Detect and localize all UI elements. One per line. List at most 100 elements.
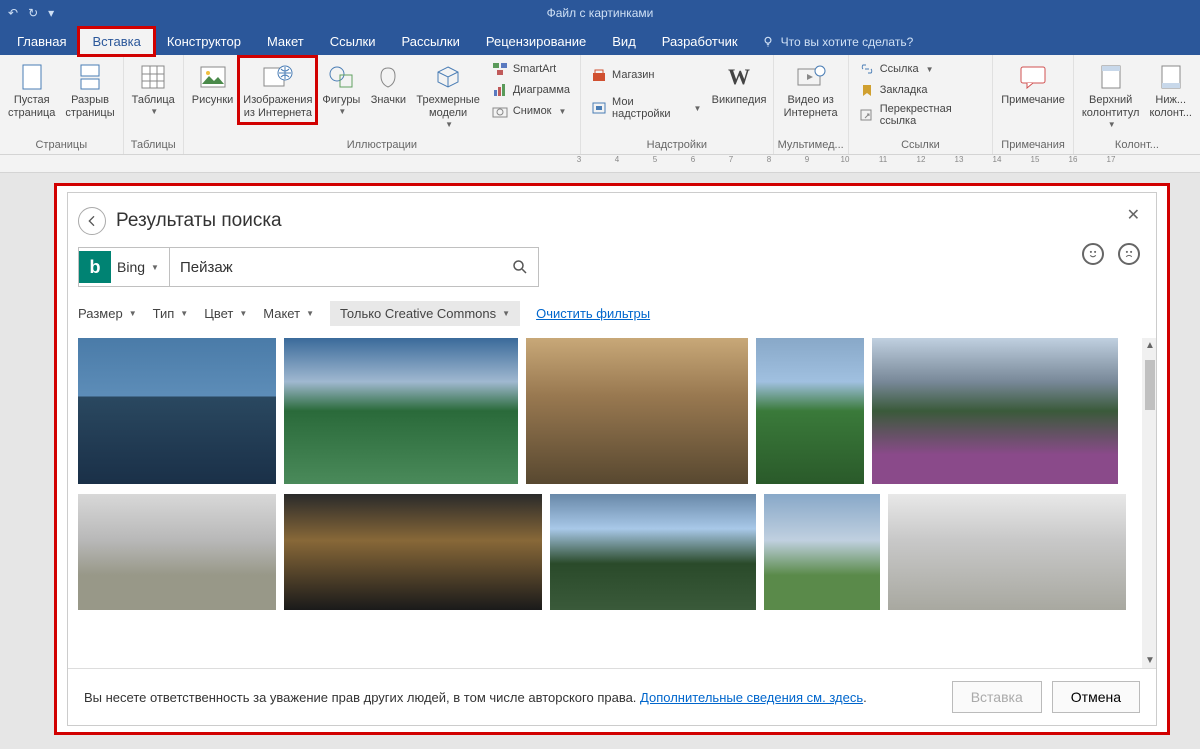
online-pictures-button[interactable]: Изображения из Интернета xyxy=(239,57,316,123)
insert-button[interactable]: Вставка xyxy=(952,681,1042,713)
search-button[interactable] xyxy=(502,248,538,286)
result-thumbnail[interactable] xyxy=(888,494,1126,610)
filter-layout[interactable]: Макет▼ xyxy=(263,306,314,321)
footer-note: Вы несете ответственность за уважение пр… xyxy=(84,690,867,705)
blank-page-button[interactable]: Пустая страница xyxy=(4,57,59,123)
chevron-down-icon: ▼ xyxy=(694,104,702,113)
filter-type[interactable]: Тип▼ xyxy=(153,306,189,321)
crossref-icon xyxy=(859,107,875,123)
result-thumbnail[interactable] xyxy=(526,338,748,484)
scroll-up-icon[interactable]: ▲ xyxy=(1145,340,1155,351)
tab-layout[interactable]: Макет xyxy=(254,28,317,55)
wikipedia-icon: W xyxy=(728,60,750,94)
shapes-button[interactable]: Фигуры▼ xyxy=(318,57,364,120)
screenshot-button[interactable]: Снимок▼ xyxy=(486,101,576,121)
tab-review[interactable]: Рецензирование xyxy=(473,28,599,55)
tell-me-search[interactable]: Что вы хотите сделать? xyxy=(751,29,924,55)
page-break-button[interactable]: Разрыв страницы xyxy=(61,57,118,123)
result-thumbnail[interactable] xyxy=(756,338,864,484)
ribbon: Пустая страница Разрыв страницы Страницы… xyxy=(0,55,1200,155)
comment-icon xyxy=(1019,65,1047,89)
filter-cc-only[interactable]: Только Creative Commons▼ xyxy=(330,301,520,326)
undo-icon[interactable]: ↶ xyxy=(8,6,18,20)
online-video-button[interactable]: Видео из Интернета xyxy=(780,57,842,123)
bookmark-button[interactable]: Закладка xyxy=(853,80,989,100)
filter-size[interactable]: Размер▼ xyxy=(78,306,137,321)
tab-mailings[interactable]: Рассылки xyxy=(389,28,473,55)
chevron-down-icon: ▼ xyxy=(1108,120,1116,130)
3d-models-button[interactable]: Трехмерные модели▼ xyxy=(412,57,484,133)
wikipedia-button[interactable]: W Википедия xyxy=(709,57,768,110)
camera-icon xyxy=(492,103,508,119)
group-links: Ссылка▼ Закладка Перекрестная ссылка Ссы… xyxy=(849,55,994,154)
group-addins: Магазин Мои надстройки▼ W Википедия Надс… xyxy=(581,55,774,154)
online-pictures-dialog-highlight: ✕ Результаты поиска b B xyxy=(54,183,1170,735)
results-grid: ▲ ▼ xyxy=(68,338,1156,668)
link-button[interactable]: Ссылка▼ xyxy=(853,59,989,79)
arrow-left-icon xyxy=(84,213,100,229)
results-scrollbar[interactable]: ▲ ▼ xyxy=(1142,338,1156,668)
store-icon xyxy=(591,67,607,83)
feedback-sad-icon[interactable] xyxy=(1118,243,1140,265)
icons-icon xyxy=(375,65,401,89)
store-button[interactable]: Магазин xyxy=(585,65,707,85)
tab-design[interactable]: Конструктор xyxy=(154,28,254,55)
redo-icon[interactable]: ↻ xyxy=(28,6,38,20)
link-icon xyxy=(859,61,875,77)
comment-button[interactable]: Примечание xyxy=(997,57,1069,110)
clear-filters-link[interactable]: Очистить фильтры xyxy=(536,306,650,321)
chevron-down-icon: ▼ xyxy=(926,65,934,74)
bookmark-icon xyxy=(859,82,875,98)
feedback-happy-icon[interactable] xyxy=(1082,243,1104,265)
tab-references[interactable]: Ссылки xyxy=(317,28,389,55)
chart-icon xyxy=(492,82,508,98)
group-pages: Пустая страница Разрыв страницы Страницы xyxy=(0,55,124,154)
chevron-down-icon: ▼ xyxy=(445,120,453,130)
result-thumbnail[interactable] xyxy=(284,338,518,484)
group-tables: Таблица ▼ Таблицы xyxy=(124,55,184,154)
chevron-down-icon: ▼ xyxy=(559,107,567,116)
learn-more-link[interactable]: Дополнительные сведения см. здесь xyxy=(640,690,863,705)
group-header-footer: Верхний колонтитул▼ Ниж... колонт... Кол… xyxy=(1074,55,1200,154)
smartart-button[interactable]: SmartArt xyxy=(486,59,576,79)
chart-button[interactable]: Диаграмма xyxy=(486,80,576,100)
bing-provider-chip[interactable]: b Bing ▼ xyxy=(78,247,169,287)
qat-more-icon[interactable]: ▾ xyxy=(48,6,54,20)
ribbon-tabs: Главная Вставка Конструктор Макет Ссылки… xyxy=(0,25,1200,55)
crossref-button[interactable]: Перекрестная ссылка xyxy=(853,101,989,129)
picture-icon xyxy=(200,66,226,88)
result-thumbnail[interactable] xyxy=(764,494,880,610)
tab-view[interactable]: Вид xyxy=(599,28,649,55)
search-input[interactable] xyxy=(170,259,502,276)
table-icon xyxy=(140,64,166,90)
group-comments: Примечание Примечания xyxy=(993,55,1074,154)
cancel-button[interactable]: Отмена xyxy=(1052,681,1140,713)
bing-logo-icon: b xyxy=(79,251,111,283)
result-thumbnail[interactable] xyxy=(78,338,276,484)
scroll-down-icon[interactable]: ▼ xyxy=(1145,655,1155,666)
filter-bar: Размер▼ Тип▼ Цвет▼ Макет▼ Только Creativ… xyxy=(68,297,1156,338)
back-button[interactable] xyxy=(78,207,106,235)
pictures-button[interactable]: Рисунки xyxy=(188,57,238,110)
scrollbar-thumb[interactable] xyxy=(1145,360,1155,410)
my-addins-button[interactable]: Мои надстройки▼ xyxy=(585,94,707,122)
filter-color[interactable]: Цвет▼ xyxy=(204,306,247,321)
cube-icon xyxy=(435,64,461,90)
result-thumbnail[interactable] xyxy=(550,494,756,610)
document-title: Файл с картинками xyxy=(547,6,654,20)
chevron-down-icon: ▼ xyxy=(502,309,510,318)
smartart-icon xyxy=(492,61,508,77)
result-thumbnail[interactable] xyxy=(872,338,1118,484)
result-thumbnail[interactable] xyxy=(78,494,276,610)
result-thumbnail[interactable] xyxy=(284,494,542,610)
icons-button[interactable]: Значки xyxy=(366,57,410,110)
footer-button[interactable]: Ниж... колонт... xyxy=(1145,57,1196,123)
table-button[interactable]: Таблица ▼ xyxy=(128,57,179,120)
tab-home[interactable]: Главная xyxy=(4,28,79,55)
group-media: Видео из Интернета Мультимед... xyxy=(774,55,849,154)
tab-insert[interactable]: Вставка xyxy=(79,28,153,55)
chevron-down-icon: ▼ xyxy=(306,309,314,318)
header-button[interactable]: Верхний колонтитул▼ xyxy=(1078,57,1144,133)
tab-developer[interactable]: Разработчик xyxy=(649,28,751,55)
shapes-icon xyxy=(328,65,354,89)
